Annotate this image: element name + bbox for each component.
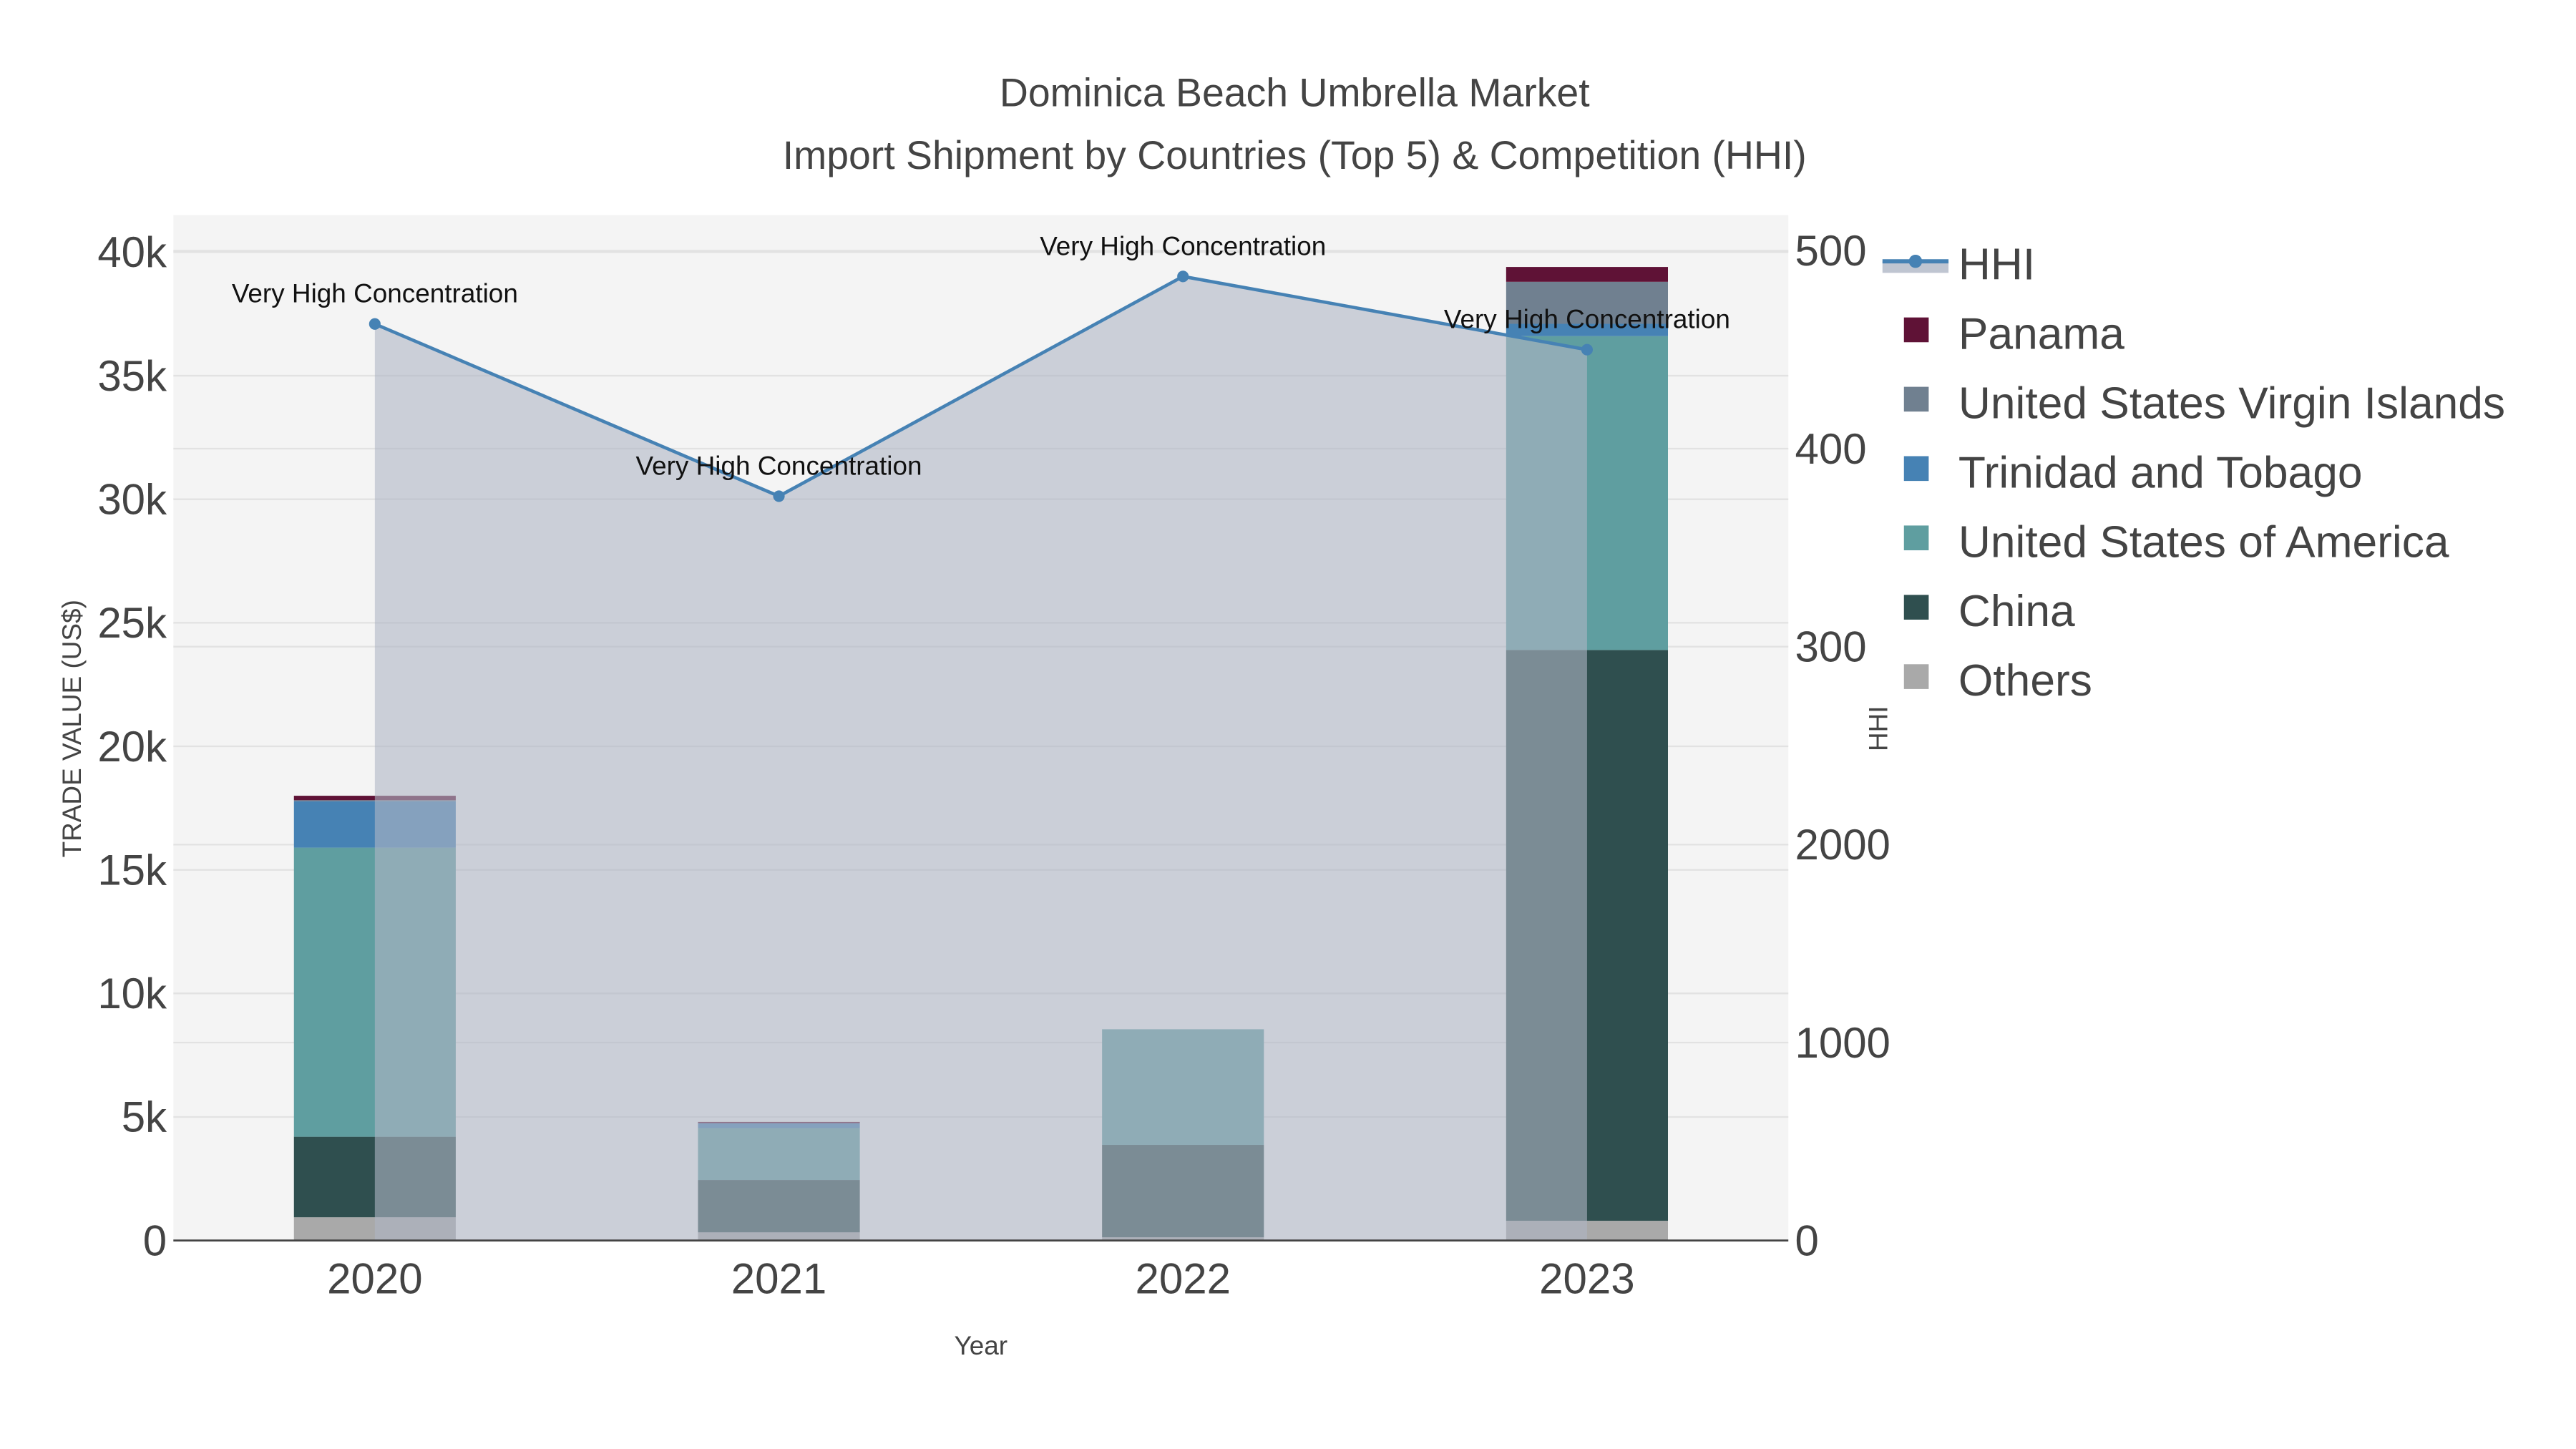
x-tick-label: 2020	[327, 1255, 422, 1303]
legend-swatch	[1903, 386, 1929, 412]
chart-subtitle: Import Shipment by Countries (Top 5) & C…	[783, 133, 1807, 177]
legend-label: United States Virgin Islands	[1958, 379, 2505, 428]
y-tick-label: 35k	[97, 352, 167, 400]
y2-tick-label: 500	[1795, 227, 1866, 275]
legend-swatch	[1903, 456, 1929, 482]
legend: HHI Panama United States Virgin Islands Tri…	[1882, 240, 2505, 706]
y-tick-label: 30k	[97, 475, 167, 523]
legend-label: Trinidad and Tobago	[1958, 448, 2363, 497]
hhi-area	[374, 276, 1587, 1241]
legend-hhi-marker	[1908, 254, 1923, 268]
chart: Dominica Beach Umbrella Market Import Sh…	[57, 70, 2505, 1360]
y-tick-label: 25k	[97, 599, 167, 647]
y2-axis-label: HHI	[1864, 706, 1893, 751]
y2-tick-label: 2000	[1795, 821, 1890, 869]
x-axis-ticks: 2020 2021 2022 2023	[327, 1255, 1635, 1303]
hhi-point	[1177, 270, 1189, 283]
hhi-annotation: Very High Concentration	[232, 279, 518, 308]
hhi-point	[1581, 343, 1593, 356]
x-tick-label: 2023	[1539, 1255, 1634, 1303]
y2-tick-label: 400	[1795, 425, 1866, 473]
legend-swatch	[1903, 525, 1929, 551]
x-tick-label: 2021	[731, 1255, 826, 1303]
legend-label: United States of America	[1958, 517, 2449, 567]
y-tick-label: 40k	[97, 228, 167, 276]
x-tick-label: 2022	[1135, 1255, 1230, 1303]
y-axis-label: TRADE VALUE (US$)	[57, 600, 87, 857]
hhi-point	[369, 318, 381, 330]
y-tick-label: 5k	[122, 1093, 167, 1141]
y2-tick-label: 300	[1795, 623, 1866, 670]
y-tick-label: 10k	[97, 970, 167, 1018]
y2-tick-label: 1000	[1795, 1019, 1890, 1067]
y-tick-label: 0	[143, 1216, 167, 1264]
legend-label: Others	[1958, 656, 2092, 706]
legend-swatch	[1903, 595, 1929, 620]
y-tick-label: 20k	[97, 723, 167, 771]
hhi-annotation: Very High Concentration	[1444, 305, 1730, 334]
legend-label: China	[1958, 587, 2075, 636]
legend-label: Panama	[1958, 309, 2124, 358]
y2-tick-label: 0	[1795, 1216, 1818, 1264]
x-axis-label: Year	[954, 1331, 1008, 1360]
legend-swatch	[1903, 317, 1929, 343]
hhi-annotation: Very High Concentration	[636, 451, 922, 480]
y-axis-ticks: 0 5k 10k 15k 20k 25k 30k 35k 40k	[97, 228, 167, 1264]
legend-swatch	[1903, 664, 1929, 689]
hhi-annotation: Very High Concentration	[1040, 231, 1326, 260]
legend-label: HHI	[1958, 240, 2035, 290]
bar-panama-2023	[1506, 267, 1668, 282]
chart-title: Dominica Beach Umbrella Market	[1000, 70, 1590, 114]
hhi-point	[773, 490, 785, 502]
y-tick-label: 15k	[97, 846, 167, 894]
